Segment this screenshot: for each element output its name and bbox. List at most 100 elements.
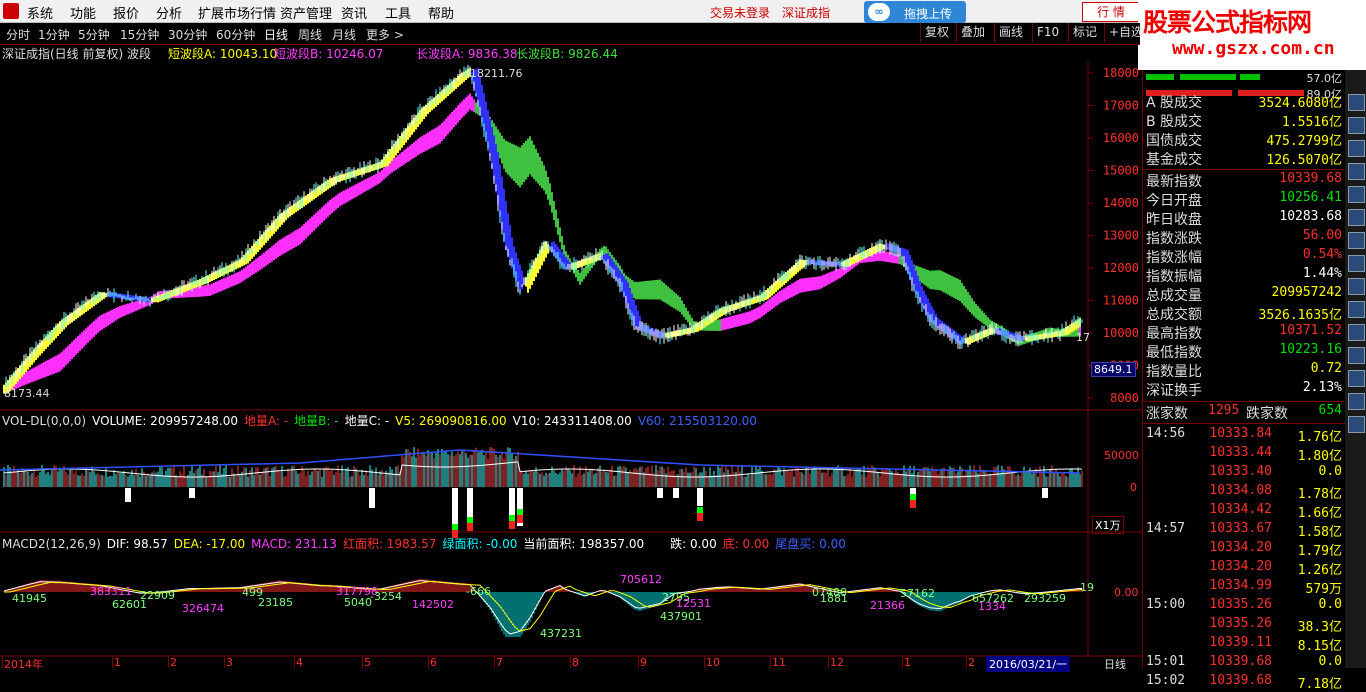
period-daily[interactable]: 日线 <box>264 26 288 43</box>
breadth-row: 涨家数 1295 跌家数 654 <box>1146 403 1342 422</box>
up-count-label: 涨家数 <box>1146 406 1188 422</box>
candlesticks <box>3 64 1083 389</box>
turnover-row: A 股成交 3524.6080亿 <box>1146 92 1342 111</box>
box-icon[interactable] <box>1348 117 1365 134</box>
macd-area-label: 21366 <box>870 599 905 612</box>
vol-dia: 地量A: - <box>243 414 289 428</box>
down-count: 654 <box>1318 403 1342 418</box>
date-tick-mark <box>224 656 225 668</box>
stat-value: 0.72 <box>1310 361 1342 376</box>
tick-price: 10333.84 <box>1209 426 1272 441</box>
menu-asset[interactable]: 资产管理 <box>280 3 332 22</box>
arrow-updown-icon[interactable] <box>1348 370 1365 387</box>
chart4-icon[interactable] <box>1348 416 1365 433</box>
tick-row: 10334.20 1.26亿 <box>1146 559 1342 578</box>
ground-volume-red-marker <box>910 500 916 508</box>
macd-area-label: 12531 <box>676 597 711 610</box>
overlay-button[interactable]: 叠加 <box>956 23 989 42</box>
tick-row: 10334.20 1.79亿 <box>1146 540 1342 559</box>
ground-volume-marker <box>369 488 375 508</box>
macd-area-label: -666 <box>466 585 491 598</box>
tick-row: 10333.44 1.80亿 <box>1146 445 1342 464</box>
quote-tab-button[interactable]: 行 情 <box>1082 2 1140 22</box>
date-tick-label: 6 <box>430 656 437 669</box>
period-5min[interactable]: 5分钟 <box>78 26 110 43</box>
table-icon[interactable] <box>1348 278 1365 295</box>
F10-icon[interactable] <box>1348 186 1365 203</box>
menu-analysis[interactable]: 分析 <box>156 3 182 22</box>
chart2-icon[interactable] <box>1348 301 1365 318</box>
adjust-button[interactable]: 复权 <box>920 23 953 42</box>
period-timeshare[interactable]: 分时 <box>6 26 30 43</box>
chart-icon[interactable] <box>1348 140 1365 157</box>
stat-label: 指数量比 <box>1146 364 1202 380</box>
vol-v5: V5: 269090816.00 <box>395 414 507 428</box>
menu-news[interactable]: 资讯 <box>341 3 367 22</box>
macd-area-label: 142502 <box>412 598 454 611</box>
period-15min[interactable]: 15分钟 <box>120 26 159 43</box>
vol-axis-0: 0 <box>1130 481 1137 494</box>
Fn-icon[interactable] <box>1348 94 1365 111</box>
grid-icon[interactable] <box>1348 209 1365 226</box>
period-monthly[interactable]: 月线 <box>332 26 356 43</box>
RSI-icon[interactable] <box>1348 324 1365 341</box>
stat-row: 总成交量 209957242 <box>1146 285 1342 304</box>
ground-volume-marker <box>125 488 131 502</box>
stat-label: 总成交量 <box>1146 288 1202 304</box>
menu-extended-market[interactable]: 扩展市场行情 <box>198 3 276 22</box>
app-logo-icon <box>3 3 19 19</box>
drag-upload-button[interactable]: ∞ 拖拽上传 <box>864 1 966 23</box>
price-axis: 18000 17000 16000 15000 14000 13000 12000 11000… <box>1088 66 1139 405</box>
index-name-link[interactable]: 深证成指 <box>782 4 830 21</box>
menu-quote[interactable]: 报价 <box>113 3 139 22</box>
macd-name: MACD2(12,26,9) <box>2 537 101 551</box>
ground-volume-marker <box>452 488 458 530</box>
menu-function[interactable]: 功能 <box>70 3 96 22</box>
macd-area-label: 1334 <box>978 600 1006 613</box>
vol-v60: V60: 215503120.00 <box>637 414 757 428</box>
date-tick-mark <box>168 656 169 668</box>
macd-area-label: 437901 <box>660 610 702 623</box>
F9-icon[interactable] <box>1348 232 1365 249</box>
ground-volume-marker <box>697 488 703 506</box>
tick-volume: 1.76亿 <box>1297 430 1342 445</box>
date-tick-label: 12 <box>830 656 844 669</box>
candle-icon[interactable] <box>1348 163 1365 180</box>
period-60min[interactable]: 60分钟 <box>216 26 255 43</box>
tick-volume: 7.18亿 <box>1297 677 1342 692</box>
menu-help[interactable]: 帮助 <box>428 3 454 22</box>
macd-area-label: -3254 <box>370 590 402 603</box>
vol-dic: 地量C: - <box>344 414 390 428</box>
menu-tools[interactable]: 工具 <box>385 3 411 22</box>
draw-button[interactable]: 画线 <box>994 23 1027 42</box>
cloud-upload-icon: ∞ <box>868 3 890 21</box>
date-tick-mark <box>362 656 363 668</box>
chart3-icon[interactable] <box>1348 393 1365 410</box>
arrow-up-icon[interactable] <box>1348 347 1365 364</box>
macd-area-label: 326474 <box>182 602 224 615</box>
trade-login-status[interactable]: 交易未登录 <box>710 4 770 21</box>
period-more[interactable]: 更多 > <box>366 26 404 43</box>
stat-value: 0.54% <box>1302 247 1342 262</box>
macd-value: MACD: 231.13 <box>251 537 337 551</box>
Fz-icon[interactable] <box>1348 255 1365 272</box>
menu-system[interactable]: 系统 <box>27 3 53 22</box>
macd-red-area: 红面积: 1983.57 <box>342 537 437 551</box>
stat-row: 今日开盘 10256.41 <box>1146 190 1342 209</box>
tick-price: 10334.42 <box>1209 502 1272 517</box>
period-1min[interactable]: 1分钟 <box>38 26 70 43</box>
period-30min[interactable]: 30分钟 <box>168 26 207 43</box>
stat-value: 1.44% <box>1302 266 1342 281</box>
volume-title: VOL-DL(0,0,0) VOLUME: 209957248.00 地量A: - 地… <box>2 412 763 429</box>
mark-button[interactable]: 标记 <box>1068 23 1101 42</box>
turnover-value: 475.2799亿 <box>1266 134 1342 149</box>
high-price-label: 18211.76 <box>470 67 523 80</box>
price-tick-label: 18000 <box>1103 66 1139 80</box>
add-watchlist-button[interactable]: +自选 <box>1104 23 1147 42</box>
tick-price: 10334.20 <box>1209 540 1272 555</box>
stat-value: 209957242 <box>1271 285 1342 300</box>
f10-button[interactable]: F10 <box>1032 23 1063 42</box>
tick-volume: 1.66亿 <box>1297 506 1342 521</box>
period-weekly[interactable]: 周线 <box>298 26 322 43</box>
charts-area[interactable]: 1800017000160001500014000130001200011000… <box>0 45 1142 668</box>
